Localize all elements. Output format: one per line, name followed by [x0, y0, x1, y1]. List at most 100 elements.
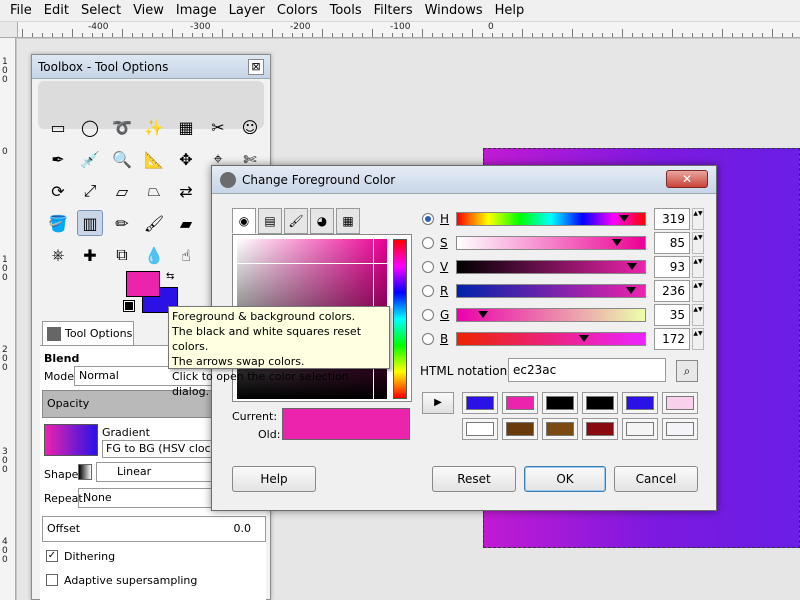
spin-input-v[interactable]: 93 [654, 256, 690, 278]
color-history-swatch[interactable] [502, 392, 538, 414]
blur-icon[interactable]: 💧 [141, 242, 167, 268]
slider-handle[interactable] [611, 239, 622, 246]
spin-arrows-icon[interactable]: ▲▼ [692, 328, 704, 350]
help-button[interactable]: Help [232, 466, 316, 492]
html-notation-input[interactable]: ec23ac [508, 358, 666, 382]
slider-handle[interactable] [626, 263, 637, 270]
spin-arrows-icon[interactable]: ▲▼ [692, 256, 704, 278]
smudge-icon[interactable]: ☝ [173, 242, 199, 268]
slider-handle[interactable] [618, 215, 629, 222]
color-history-swatch[interactable] [542, 392, 578, 414]
foreground-select-icon[interactable]: ☺ [237, 114, 263, 140]
color-history-swatch[interactable] [542, 418, 578, 440]
color-history-swatch[interactable] [582, 418, 618, 440]
heal-icon[interactable]: ✚ [77, 242, 103, 268]
reset-button[interactable]: Reset [432, 466, 516, 492]
clone-icon[interactable]: ⎈ [45, 242, 71, 268]
tab-watercolor-selector[interactable]: 🖌 [284, 208, 308, 234]
color-picker-icon[interactable]: 💉 [77, 146, 103, 172]
fuzzy-select-icon[interactable]: ✨ [141, 114, 167, 140]
menu-filters[interactable]: Filters [368, 0, 419, 22]
ok-button[interactable]: OK [524, 466, 606, 492]
bucket-fill-icon[interactable]: 🪣 [45, 210, 71, 236]
paintbrush-icon[interactable]: 🖌 [141, 210, 167, 236]
spin-arrows-icon[interactable]: ▲▼ [692, 304, 704, 326]
tab-tool-options[interactable]: Tool Options [42, 321, 134, 345]
perspective-clone-icon[interactable]: ⧉ [109, 242, 135, 268]
menu-help[interactable]: Help [489, 0, 531, 22]
zoom-icon[interactable]: 🔍 [109, 146, 135, 172]
ruler-corner[interactable] [0, 22, 18, 38]
slider-v[interactable] [456, 260, 646, 274]
radio-h[interactable] [422, 213, 434, 225]
scissors-icon[interactable]: ✂ [205, 114, 231, 140]
radio-r[interactable] [422, 285, 434, 297]
menu-windows[interactable]: Windows [419, 0, 489, 22]
color-history-swatch[interactable] [662, 392, 698, 414]
gradient-preview[interactable] [44, 424, 98, 456]
color-history-swatch[interactable] [462, 392, 498, 414]
menu-file[interactable]: File [4, 0, 38, 22]
slider-g[interactable] [456, 308, 646, 322]
paths-icon[interactable]: ✒ [45, 146, 71, 172]
spin-input-s[interactable]: 85 [654, 232, 690, 254]
move-icon[interactable]: ✥ [173, 146, 199, 172]
scale-icon[interactable]: ⤢ [77, 178, 103, 204]
flip-icon[interactable]: ⇄ [173, 178, 199, 204]
tab-cmyk-selector[interactable]: ▤ [258, 208, 282, 234]
radio-s[interactable] [422, 237, 434, 249]
gradient-name-field[interactable]: FG to BG (HSV clockwi [102, 440, 214, 458]
close-icon[interactable]: ⊠ [248, 59, 264, 75]
menu-select[interactable]: Select [75, 0, 127, 22]
menu-colors[interactable]: Colors [271, 0, 324, 22]
spin-arrows-icon[interactable]: ▲▼ [692, 280, 704, 302]
dithering-checkbox[interactable]: ✓ [46, 550, 58, 562]
slider-r[interactable] [456, 284, 646, 298]
radio-b[interactable] [422, 333, 434, 345]
rotate-icon[interactable]: ⟳ [45, 178, 71, 204]
color-history-swatch[interactable] [462, 418, 498, 440]
measure-icon[interactable]: 📐 [141, 146, 167, 172]
perspective-icon[interactable]: ⏢ [141, 178, 167, 204]
slider-s[interactable] [456, 236, 646, 250]
reset-colors-icon[interactable] [123, 300, 135, 312]
adaptive-supersampling-checkbox[interactable] [46, 574, 58, 586]
menu-edit[interactable]: Edit [38, 0, 75, 22]
slider-handle[interactable] [578, 335, 589, 342]
eraser-icon[interactable]: ▰ [173, 210, 199, 236]
menu-image[interactable]: Image [170, 0, 223, 22]
shear-icon[interactable]: ▱ [109, 178, 135, 204]
menu-layer[interactable]: Layer [223, 0, 271, 22]
color-history-swatch[interactable] [502, 418, 538, 440]
color-history-swatch[interactable] [582, 392, 618, 414]
color-history-swatch[interactable] [662, 418, 698, 440]
spin-input-r[interactable]: 236 [654, 280, 690, 302]
eyedropper-icon[interactable]: ⌕ [676, 360, 698, 382]
radio-g[interactable] [422, 309, 434, 321]
swap-colors-icon[interactable]: ⇆ [166, 271, 174, 282]
foreground-color-swatch[interactable] [126, 271, 160, 297]
slider-handle[interactable] [625, 287, 636, 294]
cancel-button[interactable]: Cancel [614, 466, 698, 492]
horizontal-ruler[interactable]: -400 -300 -200 -100 0 [18, 22, 800, 38]
menu-tools[interactable]: Tools [324, 0, 368, 22]
slider-handle[interactable] [477, 311, 488, 318]
ellipse-select-icon[interactable]: ◯ [77, 114, 103, 140]
spin-input-b[interactable]: 172 [654, 328, 690, 350]
tab-palette-selector[interactable]: ▦ [336, 208, 360, 234]
offset-slider[interactable]: Offset 0.0 [42, 516, 266, 542]
free-select-icon[interactable]: ➰ [109, 114, 135, 140]
slider-b[interactable] [456, 332, 646, 346]
close-button[interactable]: ✕ [666, 170, 708, 188]
menu-view[interactable]: View [127, 0, 170, 22]
spin-input-h[interactable]: 319 [654, 208, 690, 230]
rect-select-icon[interactable]: ▭ [45, 114, 71, 140]
radio-v[interactable] [422, 261, 434, 273]
spin-arrows-icon[interactable]: ▲▼ [692, 232, 704, 254]
add-to-history-button[interactable]: ▶ [422, 392, 454, 414]
vertical-ruler[interactable]: 100 0 100 200 300 400 [0, 38, 16, 600]
spin-arrows-icon[interactable]: ▲▼ [692, 208, 704, 230]
blend-icon[interactable]: ▥ [77, 210, 103, 236]
color-history-swatch[interactable] [622, 418, 658, 440]
slider-h[interactable] [456, 212, 646, 226]
